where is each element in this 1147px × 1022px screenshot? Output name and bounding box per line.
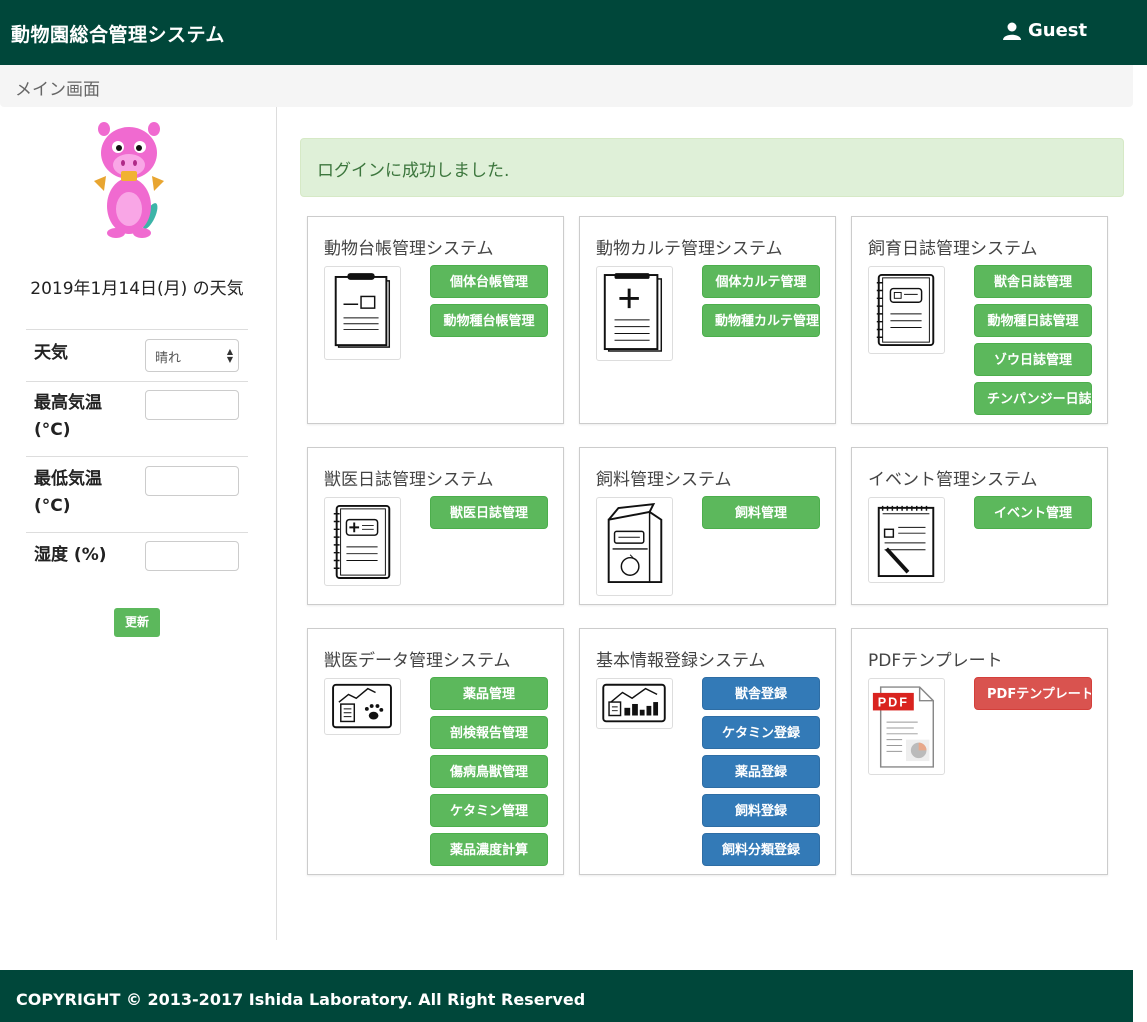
- user-icon: [1003, 22, 1021, 40]
- card-title: 獣医日誌管理システム: [324, 470, 494, 490]
- medicine-management-button[interactable]: 薬品管理: [430, 677, 548, 710]
- card-title: 動物カルテ管理システム: [596, 239, 783, 259]
- card-vet-data: 獣医データ管理システム 薬品管理 剖検報告管理 傷病鳥獣管理 ケタミン管理 薬品…: [307, 628, 564, 875]
- pdf-icon: PDF: [868, 678, 945, 775]
- clipboard-icon: [324, 266, 401, 360]
- autopsy-report-button[interactable]: 剖検報告管理: [430, 716, 548, 749]
- card-animal-chart: 動物カルテ管理システム 個体カルテ管理 動物種カルテ管理: [579, 216, 836, 424]
- ketamine-register-button[interactable]: ケタミン登録: [702, 716, 820, 749]
- select-arrows-icon: ▲ ▼: [226, 347, 233, 364]
- card-vet-diary: 獣医日誌管理システム 獣医日誌管理: [307, 447, 564, 605]
- medicine-register-button[interactable]: 薬品登録: [702, 755, 820, 788]
- species-chart-button[interactable]: 動物種カルテ管理: [702, 304, 820, 337]
- card-animal-ledger: 動物台帳管理システム 個体台帳管理 動物種台帳管理: [307, 216, 564, 424]
- event-management-button[interactable]: イベント管理: [974, 496, 1092, 529]
- card-breeding-diary: 飼育日誌管理システム 獣舎日誌管理 動物種日誌管理 ゾウ日誌管理 チンパンジー日…: [851, 216, 1108, 424]
- feed-management-button[interactable]: 飼料管理: [702, 496, 820, 529]
- min-temp-label: 最低気温 (°C): [34, 469, 102, 516]
- individual-chart-button[interactable]: 個体カルテ管理: [702, 265, 820, 298]
- sidebar: 2019年1月14日(月) の天気 天気 晴れ ▲ ▼ 最高気温 (°C) 最低気…: [0, 107, 277, 940]
- feed-category-register-button[interactable]: 飼料分類登録: [702, 833, 820, 866]
- card-title: 獣医データ管理システム: [324, 651, 511, 671]
- enclosure-diary-button[interactable]: 獣舎日誌管理: [974, 265, 1092, 298]
- max-temp-row: 最高気温 (°C): [26, 381, 248, 456]
- card-title: 飼料管理システム: [596, 470, 732, 490]
- svg-text:PDF: PDF: [878, 696, 909, 710]
- card-pdf-template: PDFテンプレート PDF PDFテンプレート: [851, 628, 1108, 875]
- max-temp-input[interactable]: [145, 390, 239, 420]
- medical-chart-icon: [596, 266, 673, 361]
- breadcrumb-current: メイン画面: [15, 80, 100, 100]
- copyright-text: COPYRIGHT © 2013-2017 Ishida Laboratory.…: [16, 990, 586, 1009]
- breadcrumb: メイン画面: [0, 65, 1133, 107]
- weather-label: 天気: [34, 343, 68, 363]
- footer: COPYRIGHT © 2013-2017 Ishida Laboratory.…: [0, 970, 1133, 1022]
- update-button[interactable]: 更新: [114, 608, 160, 637]
- card-basic-info: 基本情報登録システム 獣舎登録 ケタミン登録 薬品登録 飼料登録 飼料分類登録: [579, 628, 836, 875]
- vet-diary-button[interactable]: 獣医日誌管理: [430, 496, 548, 529]
- weather-row: 天気 晴れ ▲ ▼: [26, 329, 248, 381]
- min-temp-row: 最低気温 (°C): [26, 456, 248, 532]
- user-name: Guest: [1028, 20, 1088, 41]
- max-temp-label: 最高気温 (°C): [34, 393, 102, 440]
- humidity-label: 湿度 (%): [34, 545, 107, 565]
- humidity-input[interactable]: [145, 541, 239, 571]
- humidity-row: 湿度 (%): [26, 532, 248, 582]
- weather-select-value: 晴れ: [155, 351, 182, 366]
- top-navbar: 動物園総合管理システム Guest: [0, 0, 1147, 65]
- card-event: イベント管理システム イベント管理: [851, 447, 1108, 605]
- card-title: 基本情報登録システム: [596, 651, 766, 671]
- feed-register-button[interactable]: 飼料登録: [702, 794, 820, 827]
- feed-box-icon: [596, 497, 673, 596]
- vet-notebook-icon: [324, 497, 401, 586]
- card-title: 飼育日誌管理システム: [868, 239, 1038, 259]
- chimpanzee-diary-button[interactable]: チンパンジー日誌管理: [974, 382, 1092, 415]
- user-menu[interactable]: Guest: [1002, 20, 1087, 41]
- card-title: PDFテンプレート: [868, 651, 1003, 671]
- enclosure-register-button[interactable]: 獣舎登録: [702, 677, 820, 710]
- app-title[interactable]: 動物園総合管理システム: [11, 20, 225, 47]
- medicine-concentration-button[interactable]: 薬品濃度計算: [430, 833, 548, 866]
- notebook-icon: [868, 266, 945, 354]
- weather-select[interactable]: 晴れ ▲ ▼: [145, 339, 239, 372]
- ketamine-management-button[interactable]: ケタミン管理: [430, 794, 548, 827]
- vet-data-icon: [324, 678, 401, 735]
- elephant-diary-button[interactable]: ゾウ日誌管理: [974, 343, 1092, 376]
- mascot-image: [94, 122, 164, 238]
- login-success-alert: ログインに成功しました.: [300, 138, 1124, 197]
- card-title: 動物台帳管理システム: [324, 239, 494, 259]
- species-diary-button[interactable]: 動物種日誌管理: [974, 304, 1092, 337]
- chart-board-icon: [596, 678, 673, 729]
- injured-wildlife-button[interactable]: 傷病鳥獣管理: [430, 755, 548, 788]
- species-ledger-button[interactable]: 動物種台帳管理: [430, 304, 548, 337]
- event-note-icon: [868, 497, 945, 583]
- card-feed: 飼料管理システム 飼料管理: [579, 447, 836, 605]
- card-title: イベント管理システム: [868, 470, 1038, 490]
- individual-ledger-button[interactable]: 個体台帳管理: [430, 265, 548, 298]
- weather-date-heading: 2019年1月14日(月) の天気: [30, 279, 244, 299]
- min-temp-input[interactable]: [145, 466, 239, 496]
- pdf-template-button[interactable]: PDFテンプレート: [974, 677, 1092, 710]
